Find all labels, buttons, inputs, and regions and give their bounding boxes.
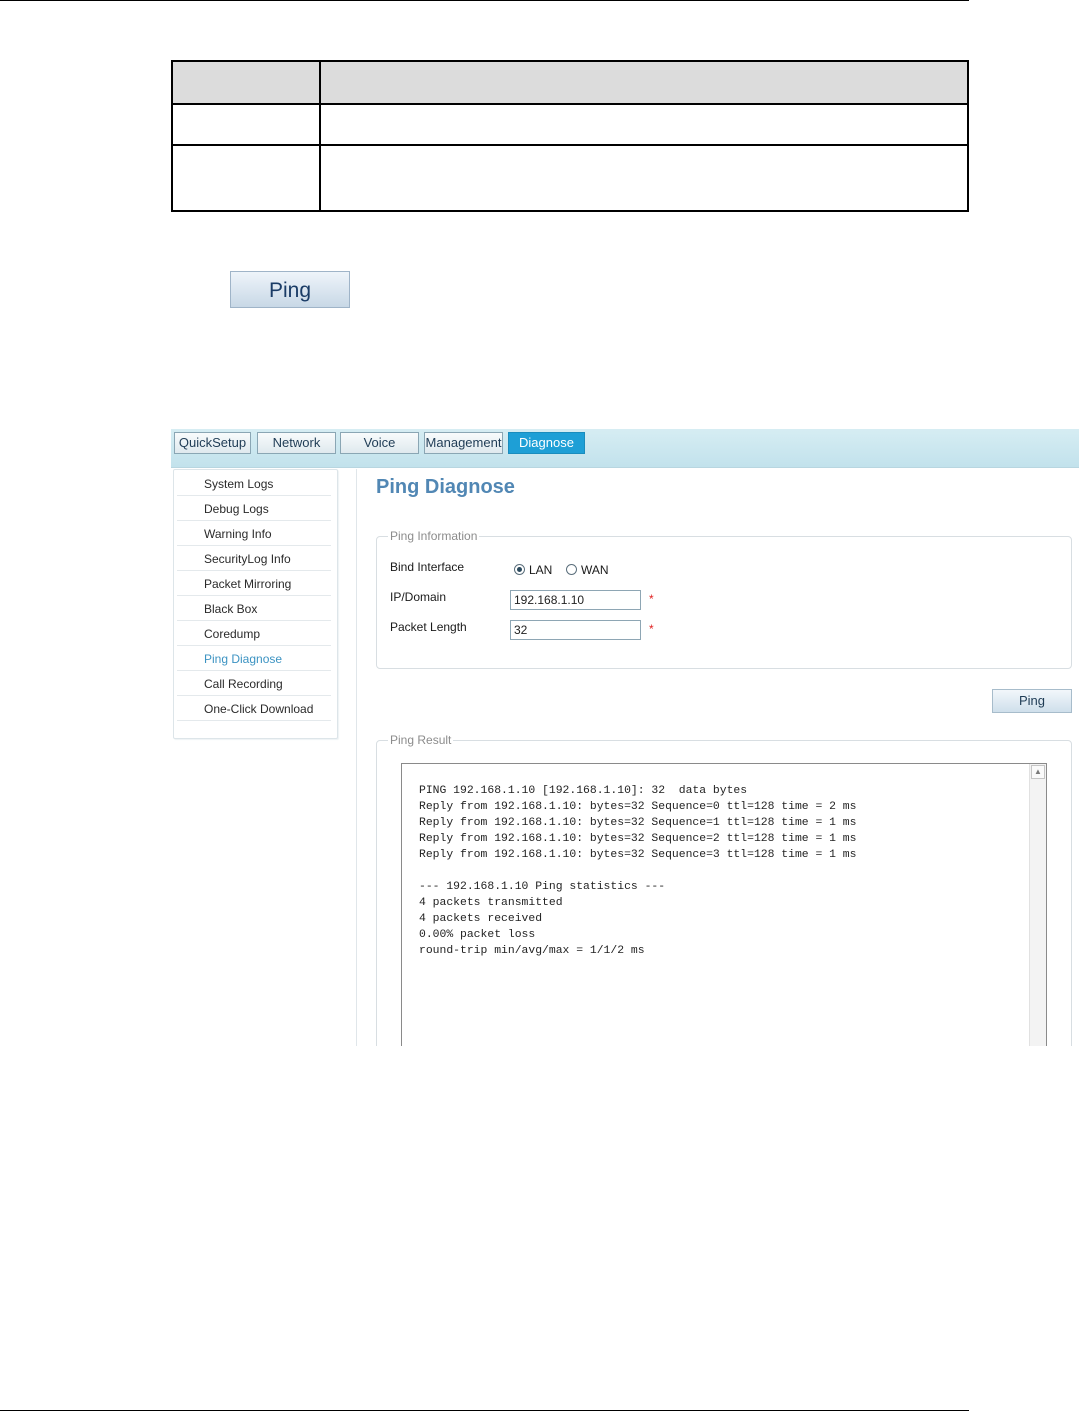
sidebar-item-one-click-download[interactable]: One-Click Download [177,697,331,721]
ping-button-illustration: Ping [230,271,350,308]
sidebar-item-call-recording[interactable]: Call Recording [177,672,331,696]
packet-length-label: Packet Length [390,620,467,634]
parameter-table [171,60,969,212]
sidebar-item-black-box[interactable]: Black Box [177,597,331,621]
packet-length-input[interactable] [510,620,641,640]
table-cell [319,144,969,212]
tab-quicksetup[interactable]: QuickSetup [174,432,251,454]
ping-output-text: PING 192.168.1.10 [192.168.1.10]: 32 dat… [419,785,857,957]
page-title: Ping Diagnose [376,476,515,498]
sidebar-item-debug-logs[interactable]: Debug Logs [177,497,331,521]
result-scrollbar[interactable]: ▲ [1029,764,1046,1046]
bind-interface-label: Bind Interface [390,560,465,574]
scroll-up-arrow-icon[interactable]: ▲ [1031,765,1045,779]
wan-radio-label[interactable]: WAN [581,563,609,577]
tab-management[interactable]: Management [424,432,503,454]
lan-radio[interactable] [514,564,525,575]
sidebar-item-ping-diagnose[interactable]: Ping Diagnose [177,647,331,671]
required-mark: * [649,592,654,606]
sidebar-item-coredump[interactable]: Coredump [177,622,331,646]
tab-voice[interactable]: Voice [340,432,419,454]
top-nav-bar: QuickSetup Network Voice Management Diag… [171,429,1079,468]
header-rule [0,0,969,1]
wan-radio[interactable] [566,564,577,575]
lan-radio-label[interactable]: LAN [529,563,552,577]
web-ui-screenshot: QuickSetup Network Voice Management Diag… [171,429,1079,1046]
ip-domain-label: IP/Domain [390,590,447,604]
table-header-cell [171,60,321,105]
table-cell [319,102,969,147]
tab-network[interactable]: Network [257,432,336,454]
ping-information-group [376,536,1072,669]
main-divider [356,469,357,1046]
ping-result-textarea[interactable]: PING 192.168.1.10 [192.168.1.10]: 32 dat… [401,763,1047,1046]
sidebar-item-warning-info[interactable]: Warning Info [177,522,331,546]
ping-button[interactable]: Ping [992,689,1072,713]
ip-domain-input[interactable] [510,590,641,610]
sidebar-item-securitylog-info[interactable]: SecurityLog Info [177,547,331,571]
sidebar-item-packet-mirroring[interactable]: Packet Mirroring [177,572,331,596]
table-cell [171,102,321,147]
ping-result-legend: Ping Result [388,733,454,747]
sidebar-item-system-logs[interactable]: System Logs [177,472,331,496]
table-cell [171,144,321,212]
sidebar: System Logs Debug Logs Warning Info Secu… [173,469,338,739]
required-mark: * [649,622,654,636]
table-header-cell [319,60,969,105]
tab-diagnose[interactable]: Diagnose [508,432,585,454]
footer-rule [0,1410,969,1411]
ping-information-legend: Ping Information [388,529,480,543]
